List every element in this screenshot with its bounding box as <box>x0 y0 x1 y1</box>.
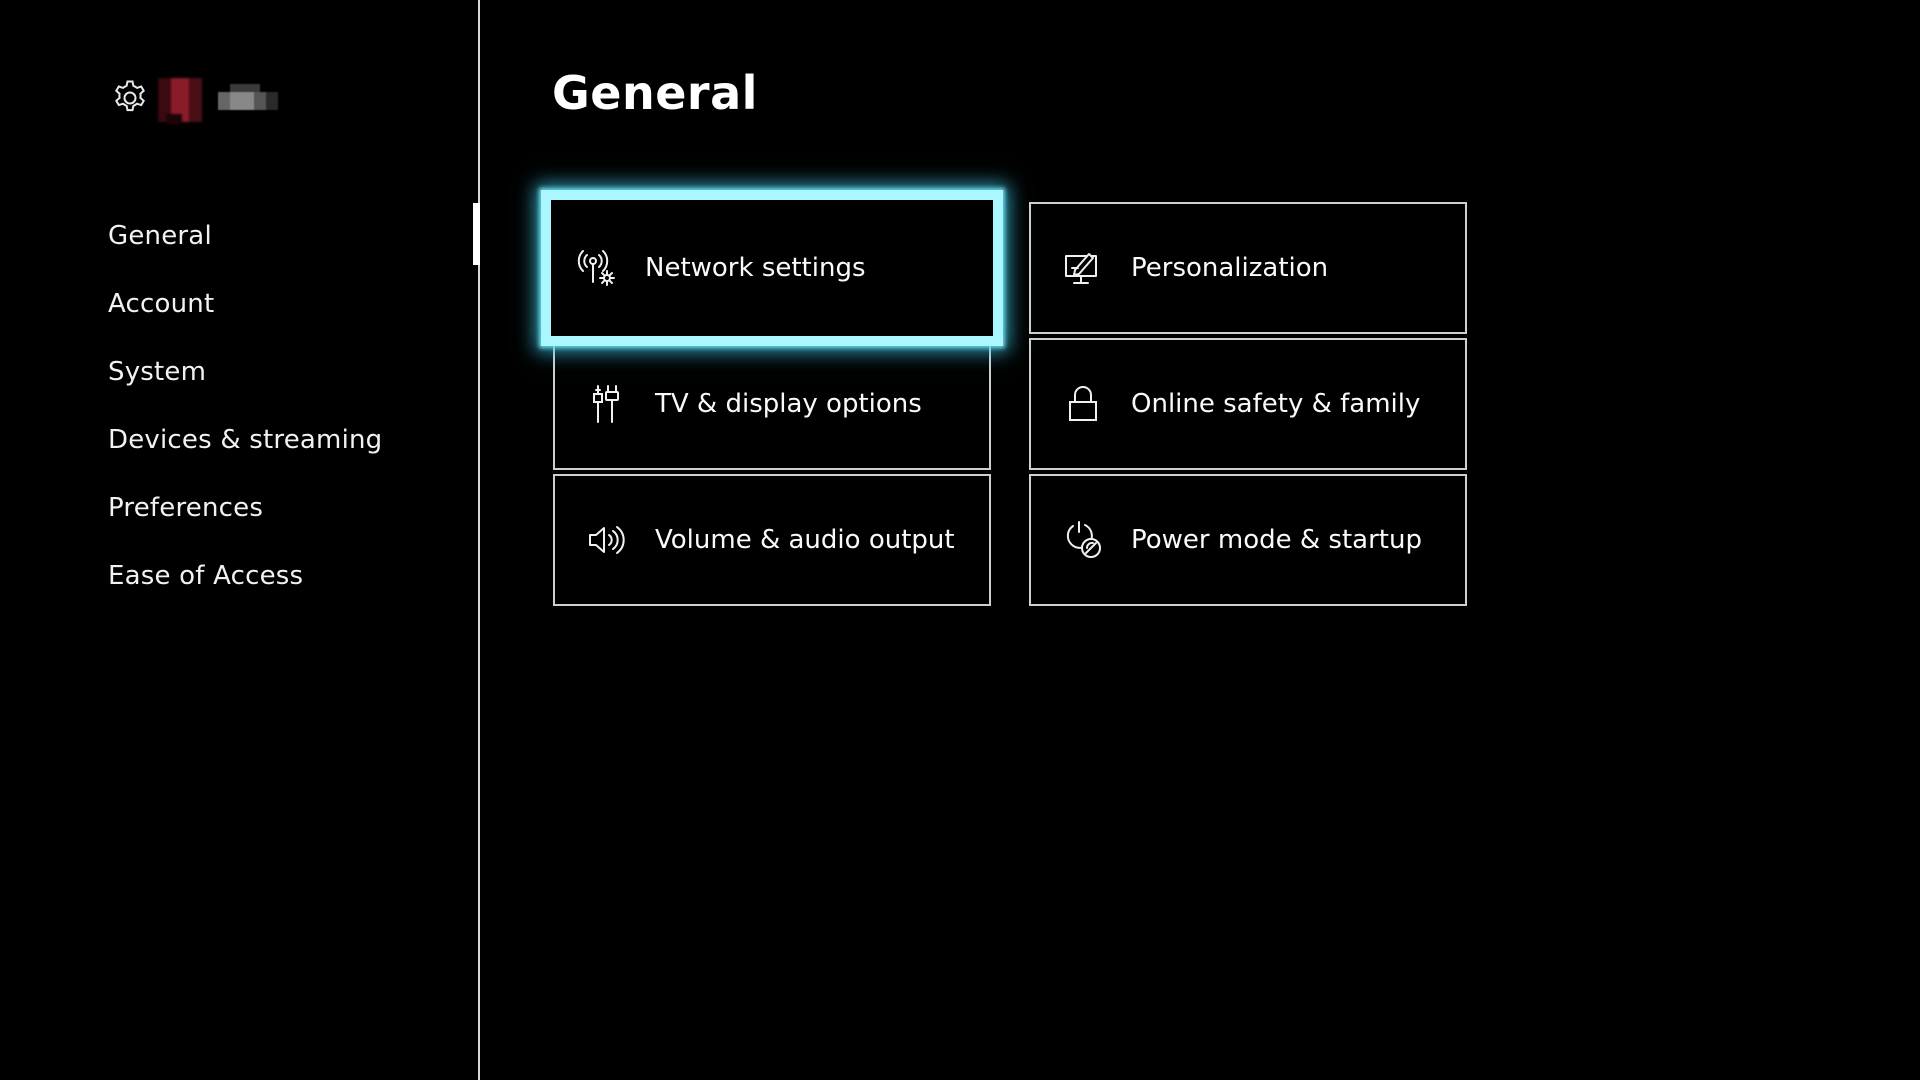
tv-display-options-label: TV & display options <box>655 389 922 419</box>
tv-display-options-tile[interactable]: TV & display options <box>553 338 991 470</box>
sidebar-nav: General Account System Devices & streami… <box>108 210 382 618</box>
sidebar-item-account[interactable]: Account <box>108 278 382 346</box>
lock-icon <box>1069 386 1097 421</box>
sidebar-item-general[interactable]: General <box>108 210 382 278</box>
online-safety-family-label: Online safety & family <box>1131 389 1421 419</box>
sidebar-item-preferences[interactable]: Preferences <box>108 482 382 550</box>
settings-screen: General Account System Devices & streami… <box>0 0 1920 1080</box>
speaker-icon <box>589 526 625 554</box>
network-settings-tile[interactable]: Network settings <box>541 190 1003 346</box>
sidebar-item-ease-of-access[interactable]: Ease of Access <box>108 550 382 618</box>
network-settings-icon <box>577 250 615 286</box>
sidebar-item-devices-streaming[interactable]: Devices & streaming <box>108 414 382 482</box>
network-settings-label: Network settings <box>645 253 866 283</box>
sidebar-header <box>110 78 278 124</box>
power-mode-startup-tile[interactable]: Power mode & startup <box>1029 474 1467 606</box>
power-leaf-icon <box>1066 521 1101 558</box>
volume-audio-output-tile[interactable]: Volume & audio output <box>553 474 991 606</box>
avatar <box>158 78 202 124</box>
online-safety-family-tile[interactable]: Online safety & family <box>1029 338 1467 470</box>
page-title: General <box>552 66 758 120</box>
personalization-label: Personalization <box>1131 253 1329 283</box>
gamertag <box>218 84 278 110</box>
tv-display-icon <box>593 385 619 423</box>
personalization-icon <box>1065 253 1097 284</box>
power-mode-startup-label: Power mode & startup <box>1131 525 1422 555</box>
nav-selection-indicator <box>473 203 480 265</box>
sidebar: General Account System Devices & streami… <box>0 0 480 1080</box>
personalization-tile[interactable]: Personalization <box>1029 202 1467 334</box>
sidebar-item-system[interactable]: System <box>108 346 382 414</box>
gear-icon <box>115 80 145 112</box>
volume-audio-output-label: Volume & audio output <box>655 525 955 555</box>
